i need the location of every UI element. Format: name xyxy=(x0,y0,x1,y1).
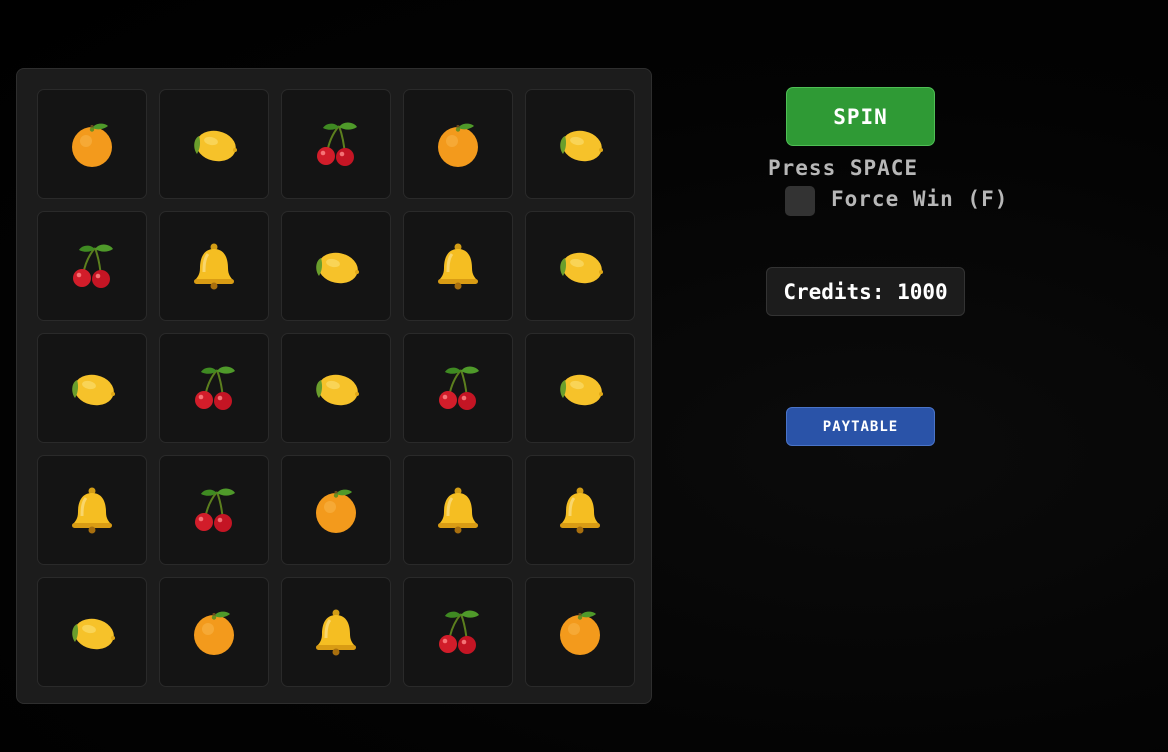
reel-cell xyxy=(37,89,147,199)
spin-button[interactable]: SPIN xyxy=(786,87,935,146)
bell-icon xyxy=(433,241,483,291)
bell-icon xyxy=(433,485,483,535)
reel-cell xyxy=(403,455,513,565)
lemon-icon xyxy=(67,607,117,657)
reel-cell xyxy=(525,577,635,687)
reel-cell xyxy=(403,577,513,687)
spin-hint: Press SPACE xyxy=(768,156,919,180)
slot-grid xyxy=(16,68,652,704)
orange-icon xyxy=(311,485,361,535)
game-stage: SPIN Press SPACE Force Win (F) Credits: … xyxy=(0,0,1168,752)
reel-cell xyxy=(525,89,635,199)
reel-cell xyxy=(281,89,391,199)
bell-icon xyxy=(67,485,117,535)
cherry-icon xyxy=(189,485,239,535)
reel-cell xyxy=(281,333,391,443)
cherry-icon xyxy=(433,607,483,657)
orange-icon xyxy=(433,119,483,169)
paytable-button[interactable]: PAYTABLE xyxy=(786,407,935,446)
reel-cell xyxy=(159,211,269,321)
lemon-icon xyxy=(189,119,239,169)
lemon-icon xyxy=(311,363,361,413)
force-win-checkbox[interactable] xyxy=(785,186,815,216)
reel-cell xyxy=(403,211,513,321)
cherry-icon xyxy=(433,363,483,413)
force-win-label[interactable]: Force Win (F) xyxy=(831,187,1008,211)
reel-cell xyxy=(37,211,147,321)
reel-cell xyxy=(159,455,269,565)
reel-cell xyxy=(159,89,269,199)
orange-icon xyxy=(189,607,239,657)
reel-cell xyxy=(525,455,635,565)
bell-icon xyxy=(189,241,239,291)
cherry-icon xyxy=(189,363,239,413)
reel-cell xyxy=(281,577,391,687)
cherry-icon xyxy=(67,241,117,291)
reel-cell xyxy=(525,211,635,321)
lemon-icon xyxy=(67,363,117,413)
bell-icon xyxy=(555,485,605,535)
reel-cell xyxy=(37,455,147,565)
cherry-icon xyxy=(311,119,361,169)
reel-cell xyxy=(37,333,147,443)
reel-cell xyxy=(281,455,391,565)
lemon-icon xyxy=(555,241,605,291)
lemon-icon xyxy=(555,363,605,413)
reel-cell xyxy=(159,333,269,443)
reel-cell xyxy=(281,211,391,321)
reel-cell xyxy=(403,333,513,443)
reel-cell xyxy=(403,89,513,199)
orange-icon xyxy=(67,119,117,169)
reel-cell xyxy=(159,577,269,687)
reel-cell xyxy=(37,577,147,687)
credits-display: Credits: 1000 xyxy=(766,267,965,316)
lemon-icon xyxy=(311,241,361,291)
reel-cell xyxy=(525,333,635,443)
lemon-icon xyxy=(555,119,605,169)
orange-icon xyxy=(555,607,605,657)
bell-icon xyxy=(311,607,361,657)
